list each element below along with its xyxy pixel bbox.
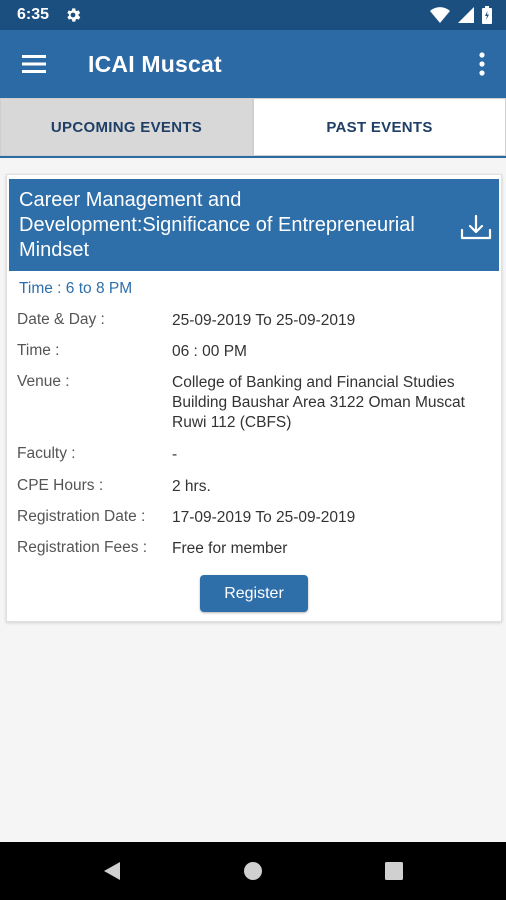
recents-icon[interactable] [382, 859, 406, 883]
detail-label: Date & Day : [17, 311, 105, 328]
event-card: Career Management and Development:Signif… [6, 174, 502, 622]
detail-label: Faculty : [17, 445, 76, 462]
detail-value: 17-09-2019 To 25-09-2019 [172, 509, 356, 526]
detail-value: 25-09-2019 To 25-09-2019 [172, 312, 356, 329]
back-icon[interactable] [100, 859, 124, 883]
status-time: 6:35 [17, 6, 50, 23]
event-card-header: Career Management and Development:Signif… [9, 179, 499, 271]
detail-value: 06 : 00 PM [172, 343, 247, 360]
detail-value: - [172, 446, 178, 463]
detail-label: Venue : [17, 373, 70, 390]
detail-value: College of Banking and Financial Studies… [172, 374, 465, 431]
system-nav-bar [0, 842, 506, 900]
event-tabs: UPCOMING EVENTS PAST EVENTS [0, 98, 506, 158]
detail-label: Time : [17, 342, 60, 359]
status-bar: 6:35 [0, 0, 506, 30]
signal-icon [458, 7, 474, 23]
app-title: ICAI Muscat [88, 51, 222, 77]
battery-icon [482, 6, 492, 24]
download-icon[interactable] [459, 213, 493, 243]
app-bar: ICAI Muscat [0, 30, 506, 98]
register-button[interactable]: Register [200, 575, 308, 612]
detail-value: 2 hrs. [172, 478, 211, 495]
detail-label: Registration Fees : [17, 539, 148, 556]
tab-past-events[interactable]: PAST EVENTS [253, 98, 506, 156]
home-icon[interactable] [241, 859, 265, 883]
event-time-summary: Time : 6 to 8 PM [19, 280, 133, 297]
detail-label: CPE Hours : [17, 477, 104, 494]
settings-icon [67, 8, 81, 22]
more-options-icon[interactable] [476, 50, 488, 78]
hamburger-menu-icon[interactable] [20, 52, 50, 76]
detail-value: Free for member [172, 540, 288, 557]
tab-upcoming-events[interactable]: UPCOMING EVENTS [0, 98, 253, 156]
event-title: Career Management and Development:Signif… [19, 189, 415, 261]
detail-label: Registration Date : [17, 508, 146, 525]
wifi-icon [430, 7, 450, 23]
